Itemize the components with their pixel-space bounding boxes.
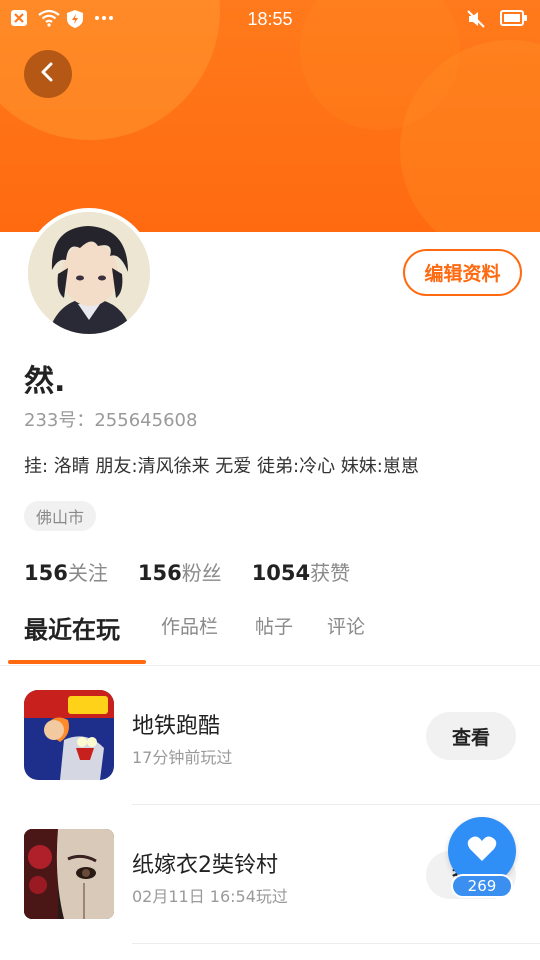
location-tag: 佛山市 (24, 501, 97, 531)
like-count-badge: 269 (451, 874, 513, 898)
tab-works[interactable]: 作品栏 (161, 612, 218, 639)
status-time: 18:55 (247, 9, 293, 29)
paper-bride-icon (24, 829, 114, 919)
followers-stat[interactable]: 156 粉丝 (138, 557, 222, 586)
chevron-left-icon (37, 61, 59, 87)
profile-tabs: 最近在玩 作品栏 帖子 评论 (0, 612, 540, 666)
subway-surfers-icon (24, 690, 114, 780)
battery-icon (500, 9, 528, 27)
followers-label: 粉丝 (181, 561, 222, 585)
game-last-played: 02月11日 16:54玩过 (132, 887, 288, 906)
view-button[interactable]: 查看 (426, 712, 516, 760)
likes-label: 获赞 (310, 561, 351, 585)
user-bio: 挂: 洛睛 朋友:清风徐来 无爱 徒弟:冷心 妹妹:崽崽 (24, 456, 419, 477)
user-id: 233号：255645608 (24, 410, 198, 431)
game-name: 地铁跑酷 (132, 714, 221, 739)
tab-posts[interactable]: 帖子 (255, 612, 293, 639)
likes-stat[interactable]: 1054 获赞 (252, 557, 350, 586)
edit-profile-button[interactable]: 编辑资料 (403, 249, 522, 296)
status-bar: 18:55 (0, 0, 540, 40)
list-item[interactable]: 地铁跑酷 17分钟前玩过 查看 (0, 666, 540, 805)
tab-active-indicator (8, 660, 146, 664)
profile-stats: 156 关注 156 粉丝 1054 获赞 (24, 557, 350, 586)
followers-count: 156 (137, 561, 182, 585)
avatar[interactable] (24, 208, 154, 338)
game-name: 纸嫁衣2奘铃村 (132, 853, 278, 878)
likes-count: 1054 (251, 561, 311, 585)
following-stat[interactable]: 156 关注 (24, 557, 108, 586)
heart-icon (467, 835, 497, 867)
game-last-played: 17分钟前玩过 (132, 748, 233, 767)
following-label: 关注 (67, 561, 108, 585)
mute-icon (466, 9, 485, 28)
tab-comments[interactable]: 评论 (327, 612, 365, 639)
tab-recent-play[interactable]: 最近在玩 (24, 610, 120, 645)
username: 然. (24, 364, 66, 399)
list-divider (132, 943, 540, 944)
back-button[interactable] (24, 50, 72, 98)
following-count: 156 (24, 561, 68, 585)
